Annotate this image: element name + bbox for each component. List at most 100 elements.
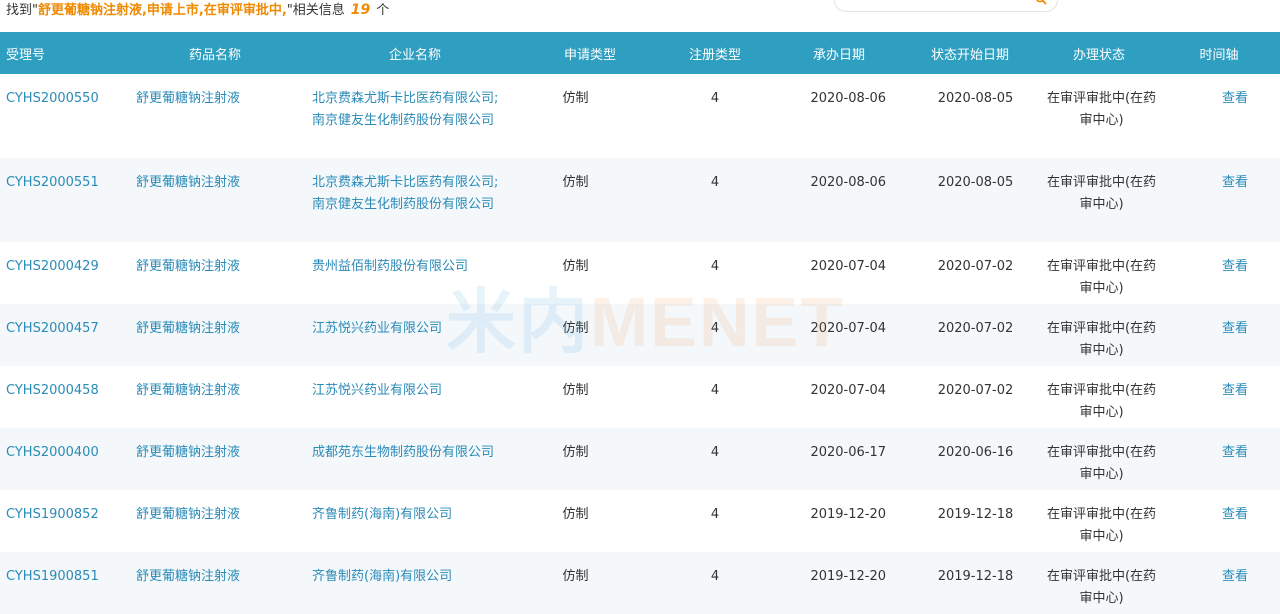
cell-apply-type: 仿制 <box>562 91 589 106</box>
table-header: 受理号 药品名称 企业名称 申请类型 注册类型 承办日期 状态开始日期 办理状态 时间轴 <box>0 32 1280 74</box>
cell-accept-date: 2020-08-06 <box>810 91 886 106</box>
cell-company[interactable]: 北京费森尤斯卡比医药有限公司;南京健友生化制药股份有限公司 <box>302 158 528 242</box>
header-accept-no: 受理号 <box>6 47 46 63</box>
cell-company[interactable]: 成都苑东生物制药股份有限公司 <box>302 428 528 490</box>
view-link[interactable]: 查看 <box>1158 158 1280 242</box>
cell-status: 在审评审批中(在药审中心) <box>1046 507 1157 544</box>
header-company: 企业名称 <box>388 47 441 63</box>
table-row: CYHS2000400 舒更葡糖钠注射液 成都苑东生物制药股份有限公司 仿制 4 2020… <box>0 428 1280 490</box>
cell-company[interactable]: 贵州益佰制药股份有限公司 <box>302 242 528 304</box>
cell-accept-date: 2019-12-20 <box>810 569 886 584</box>
cell-reg-type: 4 <box>710 175 720 190</box>
cell-accept-no[interactable]: CYHS2000458 <box>0 366 128 428</box>
cell-accept-date: 2020-07-04 <box>810 321 886 336</box>
table-row: CYHS2000457 舒更葡糖钠注射液 江苏悦兴药业有限公司 仿制 4 2020-07-… <box>0 304 1280 366</box>
header-status: 办理状态 <box>1072 47 1125 63</box>
header-status-start: 状态开始日期 <box>930 47 1009 63</box>
summary-query: 舒更葡糖钠注射液,申请上市,在审评审批中, <box>37 3 287 18</box>
summary-prefix: 找到" <box>6 3 38 18</box>
view-link[interactable]: 查看 <box>1158 552 1280 614</box>
cell-accept-no[interactable]: CYHS2000551 <box>0 158 128 242</box>
cell-status: 在审评审批中(在药审中心) <box>1046 321 1157 358</box>
header-timeline: 时间轴 <box>1199 47 1239 63</box>
cell-reg-type: 4 <box>710 91 720 106</box>
result-summary: 找到"舒更葡糖钠注射液,申请上市,在审评审批中,"相关信息 19 个 <box>6 0 389 22</box>
cell-accept-no[interactable]: CYHS2000429 <box>0 242 128 304</box>
cell-status-start: 2019-12-18 <box>937 507 1014 522</box>
cell-apply-type: 仿制 <box>562 175 589 190</box>
results-table: 受理号 药品名称 企业名称 申请类型 注册类型 承办日期 状态开始日期 办理状态 时间轴 CYH… <box>0 32 1280 614</box>
cell-drug-name[interactable]: 舒更葡糖钠注射液 <box>128 490 302 552</box>
cell-company[interactable]: 江苏悦兴药业有限公司 <box>302 304 528 366</box>
search-input[interactable] <box>834 0 1058 12</box>
cell-accept-no[interactable]: CYHS2000550 <box>0 74 128 158</box>
cell-accept-date: 2020-07-04 <box>810 383 886 398</box>
cell-accept-no[interactable]: CYHS2000457 <box>0 304 128 366</box>
view-link[interactable]: 查看 <box>1158 428 1280 490</box>
table-row: CYHS1900852 舒更葡糖钠注射液 齐鲁制药(海南)有限公司 仿制 4 2019-1… <box>0 490 1280 552</box>
cell-status: 在审评审批中(在药审中心) <box>1046 445 1157 482</box>
cell-status-start: 2020-06-16 <box>937 445 1014 460</box>
cell-reg-type: 4 <box>710 383 720 398</box>
cell-accept-no[interactable]: CYHS1900851 <box>0 552 128 614</box>
view-link[interactable]: 查看 <box>1158 304 1280 366</box>
table-row: CYHS2000458 舒更葡糖钠注射液 江苏悦兴药业有限公司 仿制 4 2020-07-… <box>0 366 1280 428</box>
cell-accept-date: 2020-08-06 <box>810 175 886 190</box>
header-apply-type: 申请类型 <box>563 47 616 63</box>
cell-company[interactable]: 齐鲁制药(海南)有限公司 <box>302 490 528 552</box>
table-body: CYHS2000550 舒更葡糖钠注射液 北京费森尤斯卡比医药有限公司;南京健友生化… <box>0 74 1280 614</box>
cell-drug-name[interactable]: 舒更葡糖钠注射液 <box>128 366 302 428</box>
cell-apply-type: 仿制 <box>562 569 589 584</box>
cell-company[interactable]: 北京费森尤斯卡比医药有限公司;南京健友生化制药股份有限公司 <box>302 74 528 158</box>
table-row: CYHS2000429 舒更葡糖钠注射液 贵州益佰制药股份有限公司 仿制 4 2020-0… <box>0 242 1280 304</box>
summary-suffix: "相关信息 <box>286 3 345 18</box>
view-link[interactable]: 查看 <box>1158 490 1280 552</box>
cell-drug-name[interactable]: 舒更葡糖钠注射液 <box>128 552 302 614</box>
cell-accept-date: 2020-06-17 <box>810 445 886 460</box>
cell-accept-no[interactable]: CYHS1900852 <box>0 490 128 552</box>
header-drug-name: 药品名称 <box>188 47 241 63</box>
header-reg-type: 注册类型 <box>688 47 741 63</box>
cell-drug-name[interactable]: 舒更葡糖钠注射液 <box>128 74 302 158</box>
cell-apply-type: 仿制 <box>562 445 589 460</box>
table-row: CYHS2000550 舒更葡糖钠注射液 北京费森尤斯卡比医药有限公司;南京健友生化… <box>0 74 1280 158</box>
cell-apply-type: 仿制 <box>562 321 589 336</box>
cell-company[interactable]: 江苏悦兴药业有限公司 <box>302 366 528 428</box>
search-icon[interactable] <box>1035 0 1047 5</box>
header-accept-date: 承办日期 <box>812 47 865 63</box>
table-row: CYHS2000551 舒更葡糖钠注射液 北京费森尤斯卡比医药有限公司;南京健友生化… <box>0 158 1280 242</box>
summary-count: 19 <box>350 2 371 18</box>
view-link[interactable]: 查看 <box>1158 74 1280 158</box>
cell-status-start: 2020-07-02 <box>937 259 1014 274</box>
cell-status: 在审评审批中(在药审中心) <box>1046 259 1157 296</box>
cell-status: 在审评审批中(在药审中心) <box>1046 175 1157 212</box>
cell-drug-name[interactable]: 舒更葡糖钠注射液 <box>128 242 302 304</box>
cell-reg-type: 4 <box>710 445 720 460</box>
cell-reg-type: 4 <box>710 259 720 274</box>
cell-status-start: 2020-07-02 <box>937 383 1014 398</box>
cell-apply-type: 仿制 <box>562 507 589 522</box>
cell-status: 在审评审批中(在药审中心) <box>1046 569 1157 606</box>
view-link[interactable]: 查看 <box>1158 366 1280 428</box>
summary-unit: 个 <box>376 3 390 18</box>
cell-apply-type: 仿制 <box>562 259 589 274</box>
cell-status-start: 2020-07-02 <box>937 321 1014 336</box>
cell-accept-date: 2019-12-20 <box>810 507 886 522</box>
cell-drug-name[interactable]: 舒更葡糖钠注射液 <box>128 428 302 490</box>
cell-company[interactable]: 齐鲁制药(海南)有限公司 <box>302 552 528 614</box>
cell-drug-name[interactable]: 舒更葡糖钠注射液 <box>128 304 302 366</box>
cell-reg-type: 4 <box>710 569 720 584</box>
cell-status-start: 2020-08-05 <box>937 175 1014 190</box>
cell-status: 在审评审批中(在药审中心) <box>1046 91 1157 128</box>
view-link[interactable]: 查看 <box>1158 242 1280 304</box>
cell-status-start: 2019-12-18 <box>937 569 1014 584</box>
cell-apply-type: 仿制 <box>562 383 589 398</box>
cell-reg-type: 4 <box>710 321 720 336</box>
cell-reg-type: 4 <box>710 507 720 522</box>
cell-status-start: 2020-08-05 <box>937 91 1014 106</box>
cell-accept-date: 2020-07-04 <box>810 259 886 274</box>
cell-drug-name[interactable]: 舒更葡糖钠注射液 <box>128 158 302 242</box>
table-row: CYHS1900851 舒更葡糖钠注射液 齐鲁制药(海南)有限公司 仿制 4 2019-1… <box>0 552 1280 614</box>
cell-accept-no[interactable]: CYHS2000400 <box>0 428 128 490</box>
cell-status: 在审评审批中(在药审中心) <box>1046 383 1157 420</box>
